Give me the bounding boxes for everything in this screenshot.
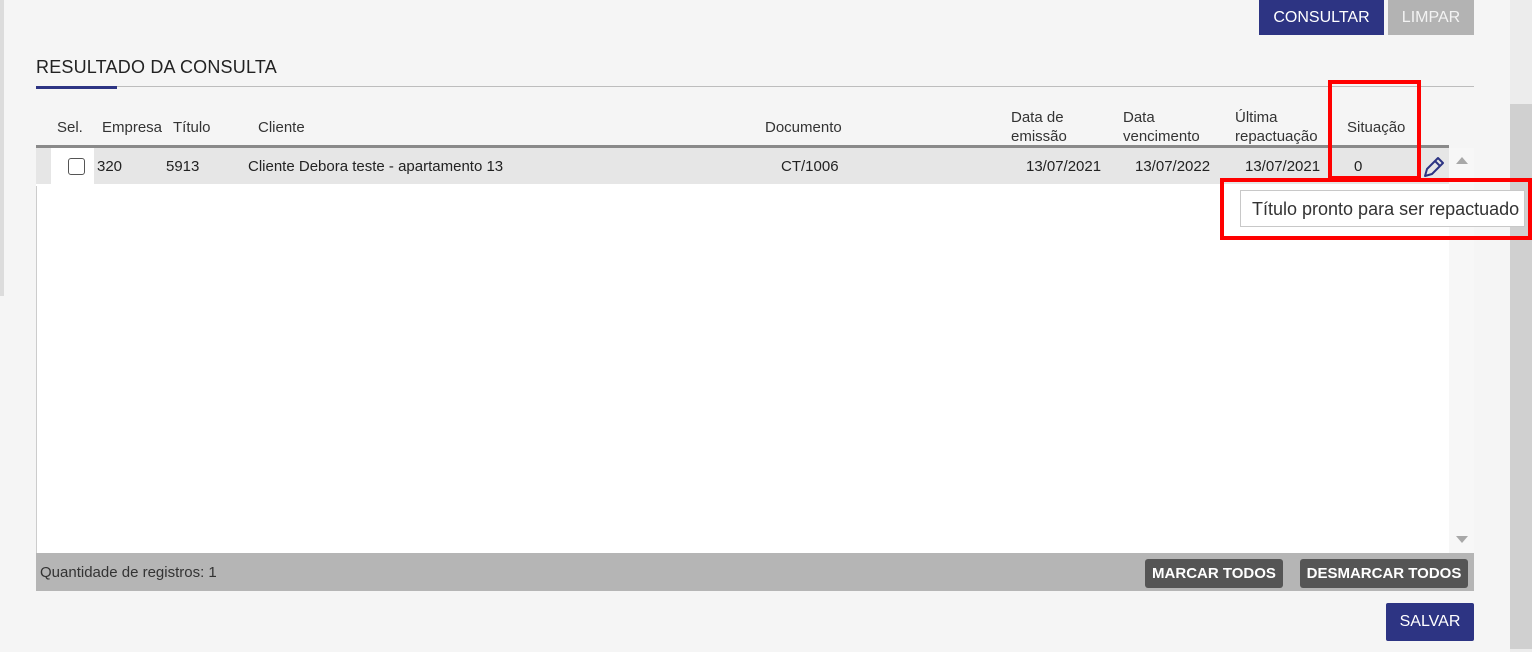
header-ultima-repactuacao[interactable]: Última repactuação xyxy=(1235,108,1318,146)
header-data-emissao-line2: emissão xyxy=(1011,128,1067,145)
header-data-emissao-line1: Data de xyxy=(1011,109,1064,126)
page-scrollbar[interactable] xyxy=(1510,0,1532,652)
cell-empresa: 320 xyxy=(97,158,123,175)
header-empresa[interactable]: Empresa xyxy=(102,118,162,137)
scroll-down-arrow-icon[interactable] xyxy=(1456,536,1468,543)
cell-data-emissao: 13/07/2021 xyxy=(1026,158,1102,175)
cell-data-vencimento: 13/07/2022 xyxy=(1135,158,1211,175)
records-count: Quantidade de registros: 1 xyxy=(40,564,217,581)
header-cliente[interactable]: Cliente xyxy=(258,118,305,137)
section-title-underline xyxy=(36,86,117,89)
limpar-button[interactable]: LIMPAR xyxy=(1388,0,1474,35)
row-checkbox[interactable] xyxy=(68,158,85,175)
header-data-vencimento[interactable]: Data vencimento xyxy=(1123,108,1200,146)
header-ultima-repactuacao-line2: repactuação xyxy=(1235,128,1318,145)
cell-cliente: Cliente Debora teste - apartamento 13 xyxy=(248,158,504,175)
consultar-button[interactable]: CONSULTAR xyxy=(1259,0,1384,35)
header-data-emissao[interactable]: Data de emissão xyxy=(1011,108,1067,146)
salvar-button[interactable]: SALVAR xyxy=(1386,603,1474,641)
header-data-vencimento-line1: Data xyxy=(1123,109,1155,126)
desmarcar-todos-button[interactable]: DESMARCAR TODOS xyxy=(1300,559,1468,588)
header-ultima-repactuacao-line1: Última xyxy=(1235,109,1278,126)
tooltip-highlight-box xyxy=(1220,178,1532,240)
section-title: RESULTADO DA CONSULTA xyxy=(36,57,277,77)
left-panel-edge xyxy=(0,0,4,296)
cell-titulo: 5913 xyxy=(166,158,200,175)
marcar-todos-button[interactable]: MARCAR TODOS xyxy=(1145,559,1283,588)
header-documento[interactable]: Documento xyxy=(765,118,842,137)
cell-documento: CT/1006 xyxy=(781,158,839,175)
cell-ultima-repactuacao: 13/07/2021 xyxy=(1245,158,1321,175)
scroll-up-arrow-icon[interactable] xyxy=(1456,157,1468,164)
section-divider xyxy=(36,86,1474,87)
header-sel: Sel. xyxy=(57,119,83,136)
header-titulo[interactable]: Título xyxy=(173,118,211,137)
select-cell xyxy=(51,148,94,186)
situacao-highlight-box xyxy=(1328,80,1421,180)
grid-footer: Quantidade de registros: 1 MARCAR TODOS … xyxy=(36,553,1474,591)
header-data-vencimento-line2: vencimento xyxy=(1123,128,1200,145)
